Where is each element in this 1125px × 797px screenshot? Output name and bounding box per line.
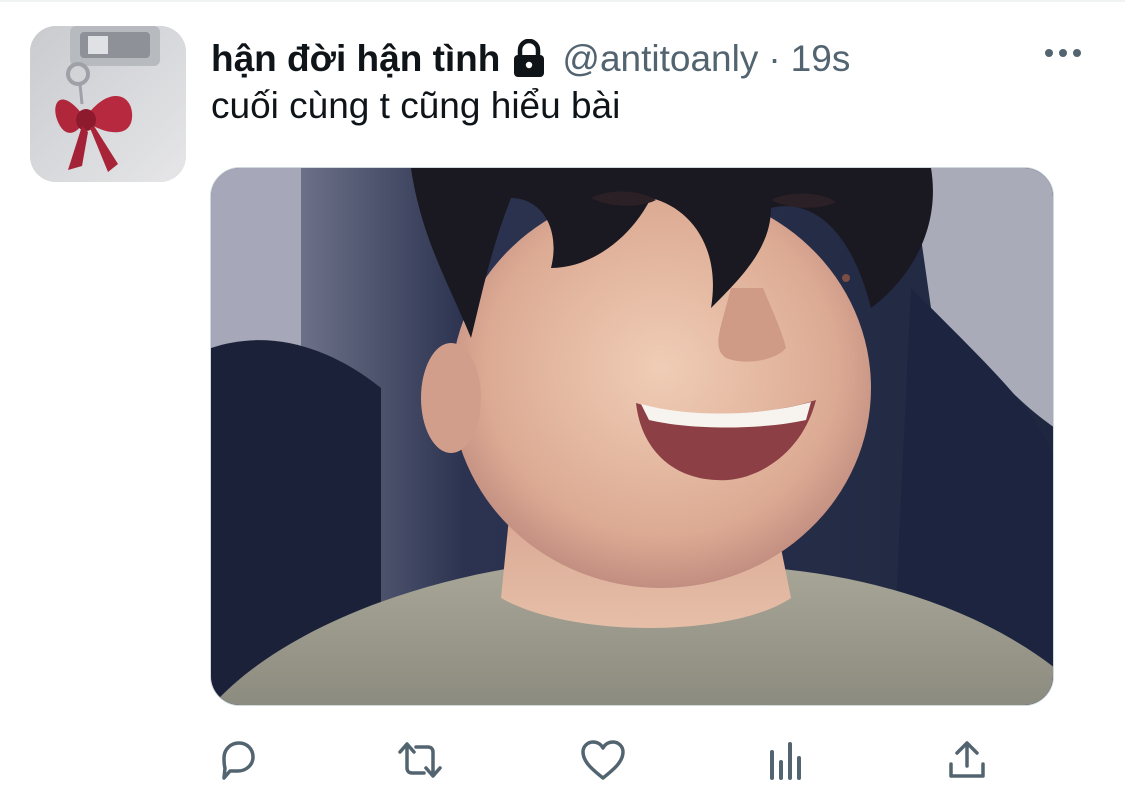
heart-icon — [581, 740, 625, 780]
display-name[interactable]: hận đời hận tình — [211, 38, 500, 80]
tweet-header: hận đời hận tình @antitoanly · 19s — [211, 34, 850, 84]
share-icon — [949, 741, 985, 778]
share-button[interactable] — [937, 730, 997, 790]
tweet-actions — [0, 730, 1125, 790]
lock-icon — [510, 38, 548, 79]
reply-icon — [222, 741, 255, 780]
top-divider — [0, 0, 1125, 2]
views-button[interactable] — [756, 730, 816, 790]
like-button[interactable] — [573, 730, 633, 790]
media-photo — [211, 168, 1053, 705]
avatar[interactable] — [30, 26, 186, 182]
tweet-media[interactable] — [210, 167, 1054, 706]
retweet-button[interactable] — [390, 730, 450, 790]
more-options-button[interactable] — [1038, 38, 1088, 68]
retweet-icon — [398, 742, 442, 778]
tweet-text: cuối cùng t cũng hiểu bài — [211, 85, 621, 126]
timestamp[interactable]: 19s — [791, 38, 851, 80]
analytics-icon — [770, 742, 801, 780]
reply-button[interactable] — [208, 730, 268, 790]
more-horizontal-icon — [1045, 49, 1081, 57]
avatar-image — [30, 26, 186, 182]
separator-dot: · — [768, 38, 781, 79]
user-handle[interactable]: @antitoanly — [562, 38, 758, 80]
